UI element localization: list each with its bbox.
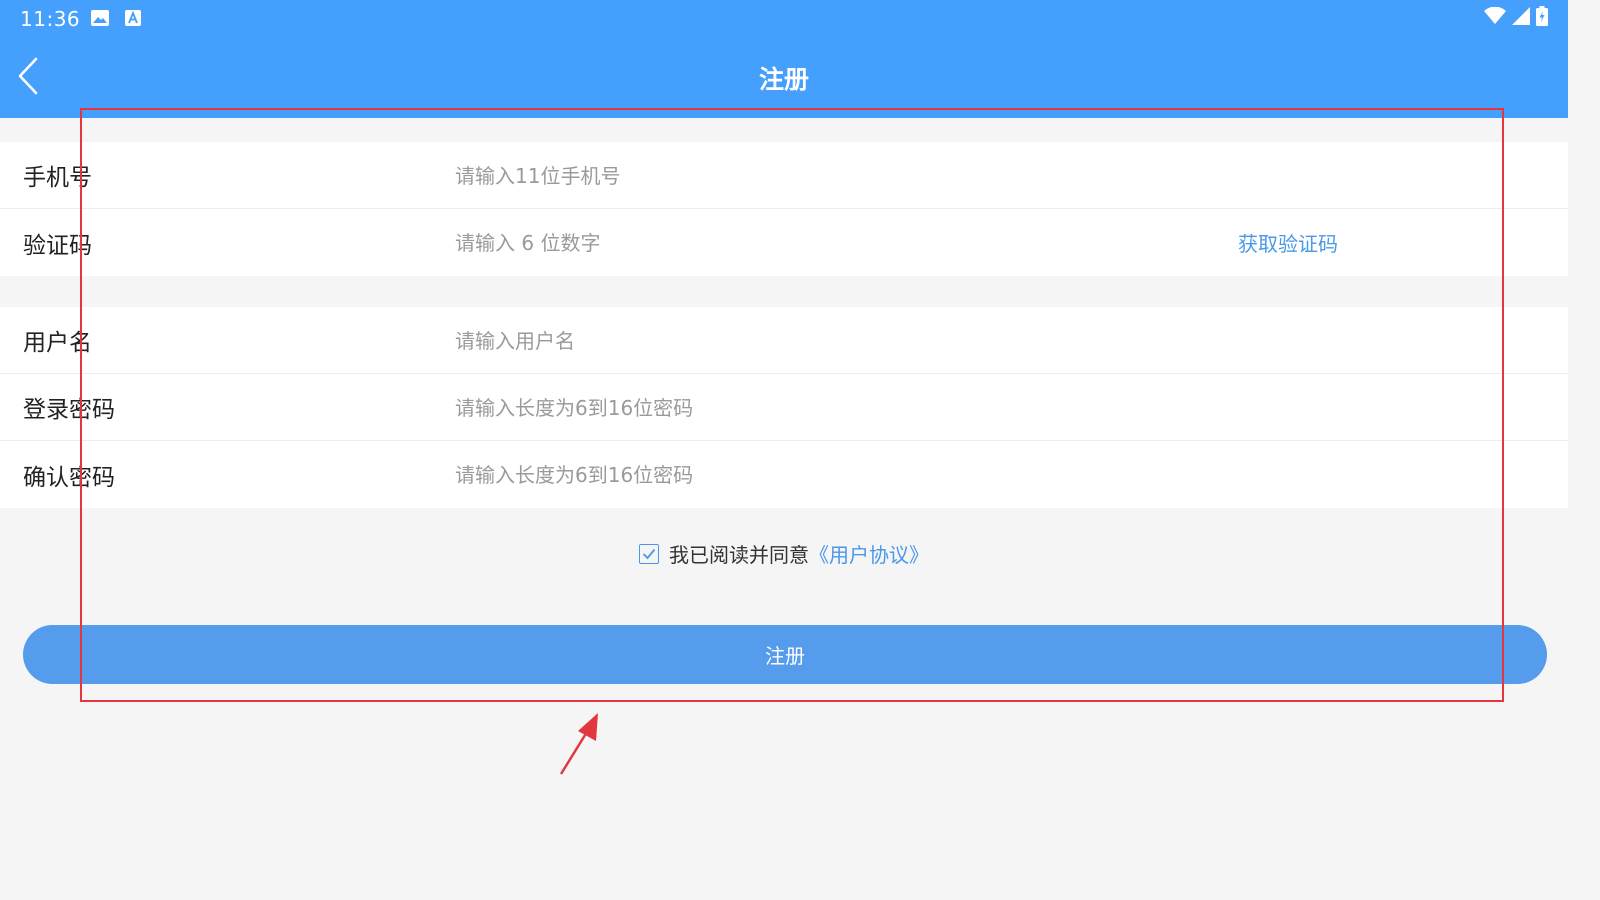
annotation-arrow-icon — [559, 713, 598, 775]
app-header: 11:36 注册 — [0, 0, 1568, 118]
register-screen: 11:36 注册 手机号 请输入11位手机号 验证码 请输入 6 位数字 获取验… — [0, 0, 1568, 882]
image-icon — [91, 10, 109, 26]
wifi-icon — [1484, 6, 1506, 29]
confirm-password-row: 确认密码 — [0, 441, 1568, 508]
code-row: 验证码 获取验证码 — [0, 209, 1568, 276]
page-title: 注册 — [758, 65, 809, 94]
confirm-password-input[interactable] — [455, 455, 1155, 495]
password-input[interactable] — [455, 388, 1155, 428]
phone-label: 手机号 — [23, 165, 92, 191]
battery-icon — [1536, 6, 1548, 30]
phone-input[interactable] — [455, 156, 1155, 196]
verification-section: 手机号 验证码 获取验证码 — [0, 142, 1568, 276]
status-time: 11:36 — [20, 7, 81, 31]
username-input[interactable] — [455, 321, 1155, 361]
phone-row: 手机号 — [0, 142, 1568, 209]
agreement-text: 我已阅读并同意 — [669, 543, 809, 567]
signal-icon — [1512, 7, 1530, 29]
password-row: 登录密码 — [0, 374, 1568, 441]
account-section: 用户名 登录密码 确认密码 — [0, 307, 1568, 508]
username-label: 用户名 — [23, 330, 92, 356]
username-row: 用户名 — [0, 307, 1568, 374]
get-code-button[interactable]: 获取验证码 — [1238, 228, 1338, 257]
password-label: 登录密码 — [23, 397, 115, 423]
code-label: 验证码 — [23, 232, 92, 259]
register-button[interactable]: 注册 — [23, 625, 1547, 684]
agreement-row: 我已阅读并同意《用户协议》 — [0, 539, 1568, 568]
confirm-password-label: 确认密码 — [23, 464, 115, 491]
status-icons — [1484, 6, 1548, 30]
font-a-icon — [125, 10, 143, 26]
user-agreement-link[interactable]: 《用户协议》 — [809, 543, 929, 567]
code-input[interactable] — [455, 223, 1095, 263]
agreement-checkbox[interactable] — [639, 543, 659, 564]
check-icon — [642, 548, 656, 559]
